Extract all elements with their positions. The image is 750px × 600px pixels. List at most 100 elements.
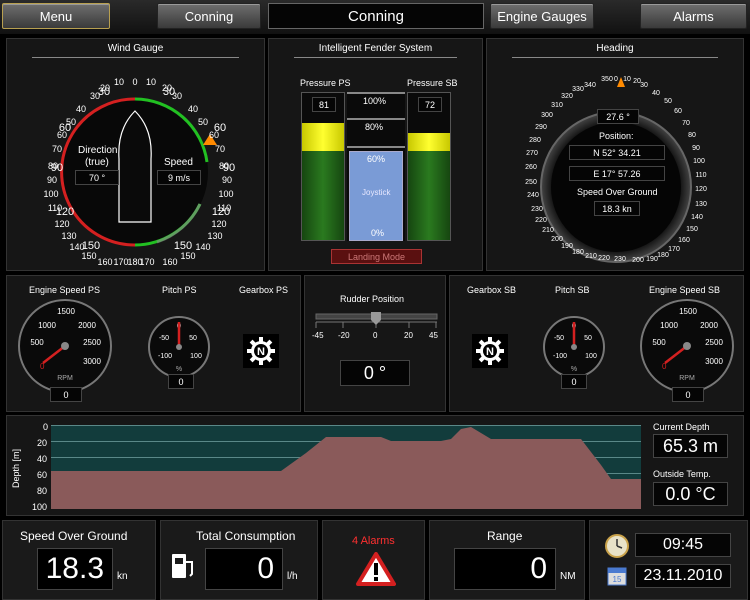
outside-temp-label: Outside Temp. xyxy=(653,469,711,479)
alarm-panel[interactable]: 4 Alarms xyxy=(322,520,425,600)
svg-text:190: 190 xyxy=(646,256,658,263)
svg-text:140: 140 xyxy=(195,242,210,252)
wind-speed-value: 9 m/s xyxy=(157,170,201,185)
landing-mode-button[interactable]: Landing Mode xyxy=(331,249,422,264)
svg-text:270: 270 xyxy=(526,150,538,157)
svg-text:100: 100 xyxy=(585,353,597,360)
svg-text:0: 0 xyxy=(132,77,137,87)
svg-text:340: 340 xyxy=(584,82,596,89)
svg-text:260: 260 xyxy=(525,164,537,171)
bottom-sog-unit: kn xyxy=(117,571,128,582)
heading-panel: Heading 0 350 10 340 20 330 30 320 40 310 50 3… xyxy=(486,38,744,271)
pressure-sb-yellow xyxy=(408,133,450,151)
pressure-ps-green xyxy=(302,151,344,240)
fuel-pump-icon xyxy=(172,554,193,578)
rudder-tick-4: 20 xyxy=(404,331,413,340)
wind-direction-sub: (true) xyxy=(85,157,109,168)
depth-tick-80: 80 xyxy=(37,486,48,496)
svg-text:70: 70 xyxy=(52,144,62,154)
svg-text:100: 100 xyxy=(218,189,233,199)
bottom-sog-value: 18.3 xyxy=(37,548,113,590)
pressure-sb-bar: 72 xyxy=(407,92,451,241)
svg-text:280: 280 xyxy=(529,137,541,144)
svg-text:110: 110 xyxy=(695,172,706,179)
svg-text:120: 120 xyxy=(56,206,74,218)
svg-text:1500: 1500 xyxy=(679,307,697,316)
svg-text:2000: 2000 xyxy=(78,321,96,330)
wind-speed-label: Speed xyxy=(164,157,193,168)
joystick-area[interactable]: 60% Joystick 0% xyxy=(349,151,403,241)
svg-text:-50: -50 xyxy=(159,335,169,342)
svg-text:350: 350 xyxy=(601,76,613,83)
svg-text:230: 230 xyxy=(614,256,626,263)
pressure-sb-value: 72 xyxy=(418,97,442,112)
svg-text:10: 10 xyxy=(623,76,631,83)
svg-text:40: 40 xyxy=(188,104,198,114)
svg-text:150: 150 xyxy=(174,240,192,252)
warning-icon[interactable] xyxy=(356,552,396,586)
pressure-ps-bar: 81 xyxy=(301,92,345,241)
svg-text:180: 180 xyxy=(572,249,584,256)
svg-text:130: 130 xyxy=(207,231,222,241)
calendar-day: 15 xyxy=(613,575,622,584)
svg-text:200: 200 xyxy=(632,257,644,264)
svg-text:160: 160 xyxy=(97,257,112,267)
svg-text:60: 60 xyxy=(674,108,682,115)
consumption-unit: l/h xyxy=(287,571,298,582)
outside-temp-value: 0.0 °C xyxy=(653,482,728,506)
svg-text:10: 10 xyxy=(114,77,124,87)
pressure-ps-value: 81 xyxy=(312,97,336,112)
svg-text:330: 330 xyxy=(572,86,584,93)
conning-button[interactable]: Conning xyxy=(157,3,261,29)
svg-text:90: 90 xyxy=(223,162,235,174)
pressure-ps-yellow xyxy=(302,123,344,151)
wind-direction-value: 70 ° xyxy=(75,170,119,185)
svg-text:250: 250 xyxy=(525,179,537,186)
svg-text:320: 320 xyxy=(561,93,573,100)
svg-text:-100: -100 xyxy=(553,353,567,360)
heading-value: 27.6 ° xyxy=(597,109,639,124)
svg-text:RPM: RPM xyxy=(679,375,695,382)
svg-text:170: 170 xyxy=(113,257,128,267)
svg-text:2500: 2500 xyxy=(83,338,101,347)
svg-text:30: 30 xyxy=(640,82,648,89)
svg-text:-100: -100 xyxy=(158,353,172,360)
engine-ps-panel: Engine Speed PS Pitch PS Gearbox PS 1500… xyxy=(6,275,301,412)
depth-tick-40: 40 xyxy=(37,454,48,464)
depth-axis-label: Depth [m] xyxy=(11,448,21,488)
svg-text:1000: 1000 xyxy=(660,321,678,330)
pitch-ps-value: 0 xyxy=(168,374,194,389)
svg-text:130: 130 xyxy=(695,201,707,208)
wind-direction-label: Direction xyxy=(78,145,118,156)
svg-text:220: 220 xyxy=(598,255,610,262)
svg-text:210: 210 xyxy=(542,227,554,234)
svg-text:60: 60 xyxy=(214,122,226,134)
svg-text:220: 220 xyxy=(535,217,547,224)
position-label: Position: xyxy=(599,131,634,141)
page-title: Conning xyxy=(268,3,484,29)
svg-text:90: 90 xyxy=(47,175,57,185)
longitude-value: E 17° 57.26 xyxy=(569,166,665,181)
svg-text:180: 180 xyxy=(657,252,669,259)
bottom-sog-label: Speed Over Ground xyxy=(20,529,128,543)
engine-sb-panel: Gearbox SB Pitch SB Engine Speed SB N 0-… xyxy=(449,275,744,412)
alarms-button[interactable]: Alarms xyxy=(640,3,747,29)
engine-gauges-button[interactable]: Engine Gauges xyxy=(490,3,594,29)
svg-text:3000: 3000 xyxy=(705,357,723,366)
svg-text:160: 160 xyxy=(162,257,177,267)
depth-tick-0: 0 xyxy=(43,422,49,432)
range-value: 0 xyxy=(454,548,556,590)
pressure-ps-label: Pressure PS xyxy=(300,78,351,88)
svg-text:120: 120 xyxy=(695,186,707,193)
svg-text:120: 120 xyxy=(54,219,69,229)
svg-text:%: % xyxy=(176,366,182,373)
svg-text:2000: 2000 xyxy=(700,321,718,330)
svg-text:70: 70 xyxy=(682,120,690,127)
depth-tick-20: 20 xyxy=(37,438,48,448)
rudder-tick-3: 0 xyxy=(373,331,378,340)
svg-text:160: 160 xyxy=(678,237,690,244)
menu-button[interactable]: Menu xyxy=(2,3,110,29)
svg-text:100: 100 xyxy=(693,158,705,165)
svg-text:50: 50 xyxy=(584,335,592,342)
pressure-sb-green xyxy=(408,151,450,240)
